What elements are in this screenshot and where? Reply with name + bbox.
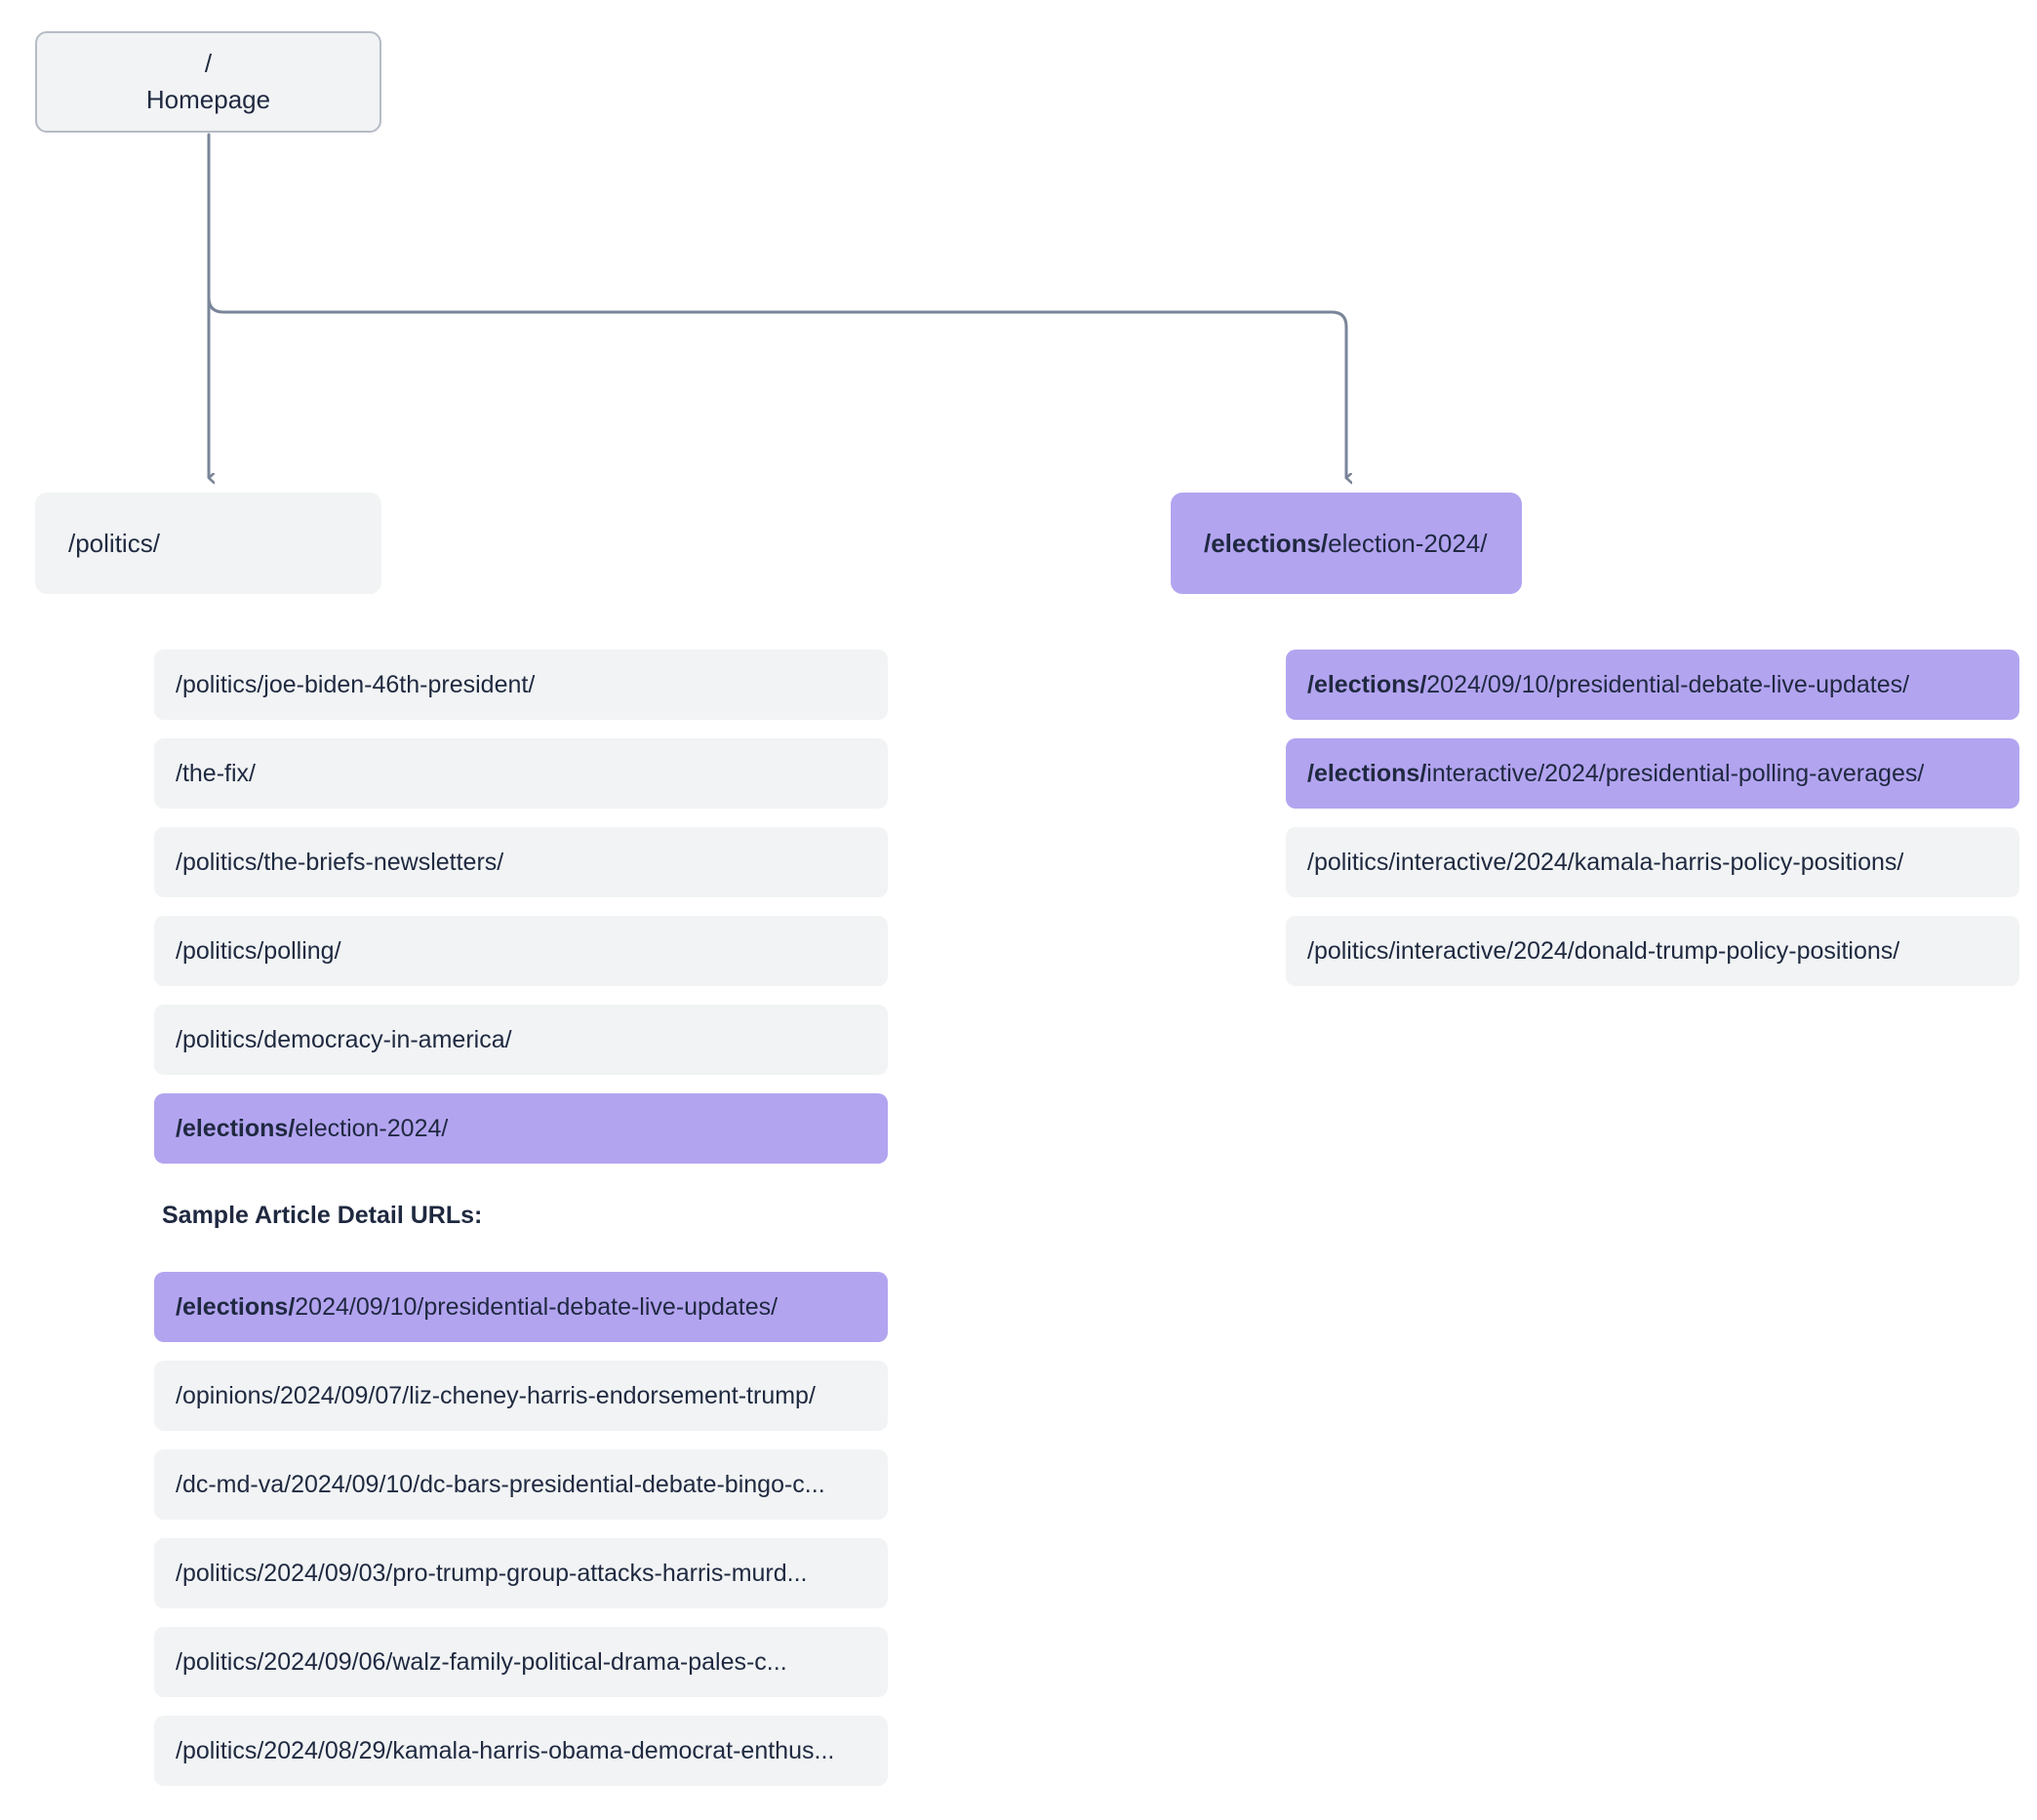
- url-rest: /the-fix/: [176, 759, 256, 787]
- url-prefix: /elections/: [1307, 759, 1427, 787]
- url-label: /politics/democracy-in-america/: [176, 1026, 512, 1054]
- url-label: /elections/2024/09/10/presidential-debat…: [1307, 671, 1909, 699]
- url-label: /politics/polling/: [176, 937, 341, 966]
- list-item[interactable]: /politics/2024/08/29/kamala-harris-obama…: [154, 1716, 888, 1786]
- url-label: /politics/interactive/2024/kamala-harris…: [1307, 849, 1903, 877]
- url-rest: /opinions/2024/09/07/liz-cheney-harris-e…: [176, 1381, 816, 1409]
- url-prefix: /elections/: [1307, 670, 1427, 698]
- list-item[interactable]: /politics/interactive/2024/kamala-harris…: [1286, 827, 2019, 897]
- connector-root-to-elections: [207, 133, 1346, 478]
- url-rest: /politics/2024/09/06/walz-family-politic…: [176, 1647, 787, 1676]
- url-prefix: /elections/: [1204, 528, 1329, 558]
- elections-children-list: /elections/2024/09/10/presidential-debat…: [1286, 650, 2019, 1005]
- url-rest: /politics/2024/08/29/kamala-harris-obama…: [176, 1736, 835, 1764]
- url-rest: 2024/09/10/presidential-debate-live-upda…: [295, 1292, 779, 1321]
- sample-urls-title: Sample Article Detail URLs:: [162, 1202, 483, 1229]
- homepage-path: /: [204, 49, 213, 79]
- url-rest: /politics/: [68, 528, 160, 558]
- list-item[interactable]: /opinions/2024/09/07/liz-cheney-harris-e…: [154, 1361, 888, 1431]
- node-elections-2024[interactable]: /elections/election-2024/: [1171, 493, 1522, 594]
- url-rest: /politics/joe-biden-46th-president/: [176, 670, 536, 698]
- url-label: /politics/2024/09/06/walz-family-politic…: [176, 1648, 787, 1677]
- list-item[interactable]: /politics/polling/: [154, 916, 888, 986]
- url-rest: election-2024/: [1328, 528, 1488, 558]
- list-item[interactable]: /the-fix/: [154, 738, 888, 809]
- node-politics[interactable]: /politics/: [35, 493, 381, 594]
- url-label: /politics/interactive/2024/donald-trump-…: [1307, 937, 1899, 966]
- section-elections: /elections/election-2024/: [1171, 493, 1522, 594]
- url-label: /dc-md-va/2024/09/10/dc-bars-presidentia…: [176, 1471, 825, 1499]
- url-rest: election-2024/: [295, 1114, 449, 1142]
- url-rest: /politics/the-briefs-newsletters/: [176, 848, 504, 876]
- url-label: /elections/election-2024/: [176, 1115, 448, 1143]
- list-item[interactable]: /politics/democracy-in-america/: [154, 1005, 888, 1075]
- url-prefix: /elections/: [176, 1114, 296, 1142]
- sitemap-diagram: / Homepage /politics/ /politics/joe-bide…: [0, 0, 2037, 1820]
- sample-article-urls-block: Sample Article Detail URLs: /elections/2…: [154, 1202, 888, 1804]
- node-elections-2024-label: /elections/election-2024/: [1204, 529, 1488, 559]
- list-item[interactable]: /politics/interactive/2024/donald-trump-…: [1286, 916, 2019, 986]
- url-label: /the-fix/: [176, 760, 256, 788]
- url-label: /politics/2024/08/29/kamala-harris-obama…: [176, 1737, 834, 1765]
- url-rest: /politics/interactive/2024/kamala-harris…: [1307, 848, 1904, 876]
- list-item[interactable]: /elections/interactive/2024/presidential…: [1286, 738, 2019, 809]
- url-rest: /politics/polling/: [176, 936, 341, 965]
- url-label: /opinions/2024/09/07/liz-cheney-harris-e…: [176, 1382, 816, 1410]
- list-item[interactable]: /elections/2024/09/10/presidential-debat…: [154, 1272, 888, 1342]
- list-item[interactable]: /politics/joe-biden-46th-president/: [154, 650, 888, 720]
- url-label: /elections/2024/09/10/presidential-debat…: [176, 1293, 778, 1322]
- url-rest: /politics/interactive/2024/donald-trump-…: [1307, 936, 1900, 965]
- url-label: /elections/interactive/2024/presidential…: [1307, 760, 1924, 788]
- url-rest: /politics/2024/09/03/pro-trump-group-att…: [176, 1559, 808, 1587]
- node-homepage[interactable]: / Homepage: [35, 31, 381, 133]
- section-politics: /politics/: [35, 493, 381, 594]
- url-rest: /dc-md-va/2024/09/10/dc-bars-presidentia…: [176, 1470, 825, 1498]
- url-rest: /politics/democracy-in-america/: [176, 1025, 512, 1053]
- politics-children-list: /politics/joe-biden-46th-president/ /the-…: [154, 650, 888, 1182]
- url-rest: interactive/2024/presidential-polling-av…: [1426, 759, 1925, 787]
- sample-urls-list: /elections/2024/09/10/presidential-debat…: [154, 1272, 888, 1786]
- list-item[interactable]: /dc-md-va/2024/09/10/dc-bars-presidentia…: [154, 1449, 888, 1520]
- node-politics-label: /politics/: [68, 529, 160, 559]
- url-label: /politics/the-briefs-newsletters/: [176, 849, 503, 877]
- list-item[interactable]: /politics/the-briefs-newsletters/: [154, 827, 888, 897]
- list-item[interactable]: /politics/2024/09/03/pro-trump-group-att…: [154, 1538, 888, 1608]
- list-item[interactable]: /elections/election-2024/: [154, 1093, 888, 1164]
- url-prefix: /elections/: [176, 1292, 296, 1321]
- list-item[interactable]: /elections/2024/09/10/presidential-debat…: [1286, 650, 2019, 720]
- list-item[interactable]: /politics/2024/09/06/walz-family-politic…: [154, 1627, 888, 1697]
- url-label: /politics/joe-biden-46th-president/: [176, 671, 535, 699]
- url-label: /politics/2024/09/03/pro-trump-group-att…: [176, 1560, 808, 1588]
- url-rest: 2024/09/10/presidential-debate-live-upda…: [1426, 670, 1910, 698]
- homepage-label: Homepage: [145, 85, 271, 114]
